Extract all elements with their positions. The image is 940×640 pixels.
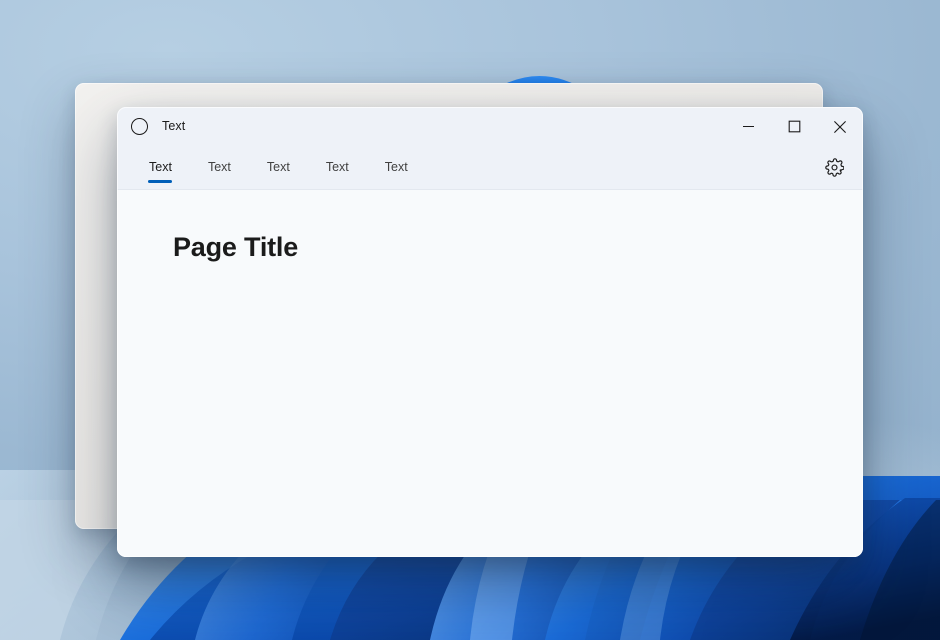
circle-icon (131, 118, 148, 135)
tab-5[interactable]: Text (375, 146, 418, 189)
app-window: Text (117, 107, 863, 557)
maximize-icon (788, 120, 801, 133)
page-title: Page Title (173, 233, 863, 263)
tab-4[interactable]: Text (316, 146, 359, 189)
tab-strip: Text Text Text Text Text (117, 146, 863, 190)
close-button[interactable] (817, 107, 863, 146)
tab-3[interactable]: Text (257, 146, 300, 189)
caption-buttons (725, 107, 863, 146)
maximize-button[interactable] (771, 107, 817, 146)
close-icon (833, 120, 847, 134)
minimize-icon (742, 120, 755, 133)
desktop: Text (0, 0, 940, 640)
tab-5-label: Text (385, 161, 408, 174)
tab-2-label: Text (208, 161, 231, 174)
gear-icon (825, 158, 844, 177)
tab-4-label: Text (326, 161, 349, 174)
tab-1-label: Text (149, 161, 172, 174)
window-title: Text (162, 120, 185, 133)
tab-active-indicator (148, 180, 172, 183)
minimize-button[interactable] (725, 107, 771, 146)
tab-1[interactable]: Text (139, 146, 182, 189)
tab-2[interactable]: Text (198, 146, 241, 189)
content-area: Page Title (117, 190, 863, 557)
settings-button[interactable] (819, 153, 849, 183)
title-bar[interactable]: Text (117, 107, 863, 146)
tab-3-label: Text (267, 161, 290, 174)
